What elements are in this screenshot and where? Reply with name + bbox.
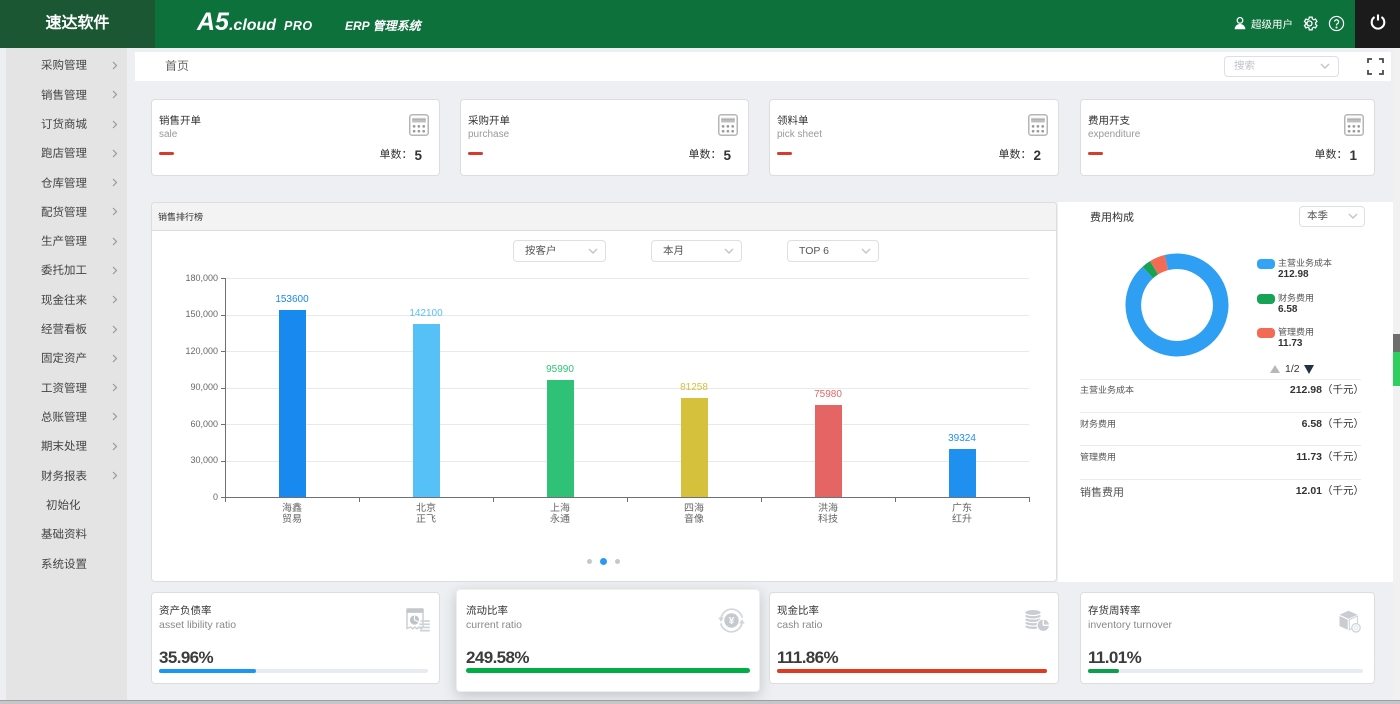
svg-text:¥: ¥ xyxy=(729,616,735,627)
